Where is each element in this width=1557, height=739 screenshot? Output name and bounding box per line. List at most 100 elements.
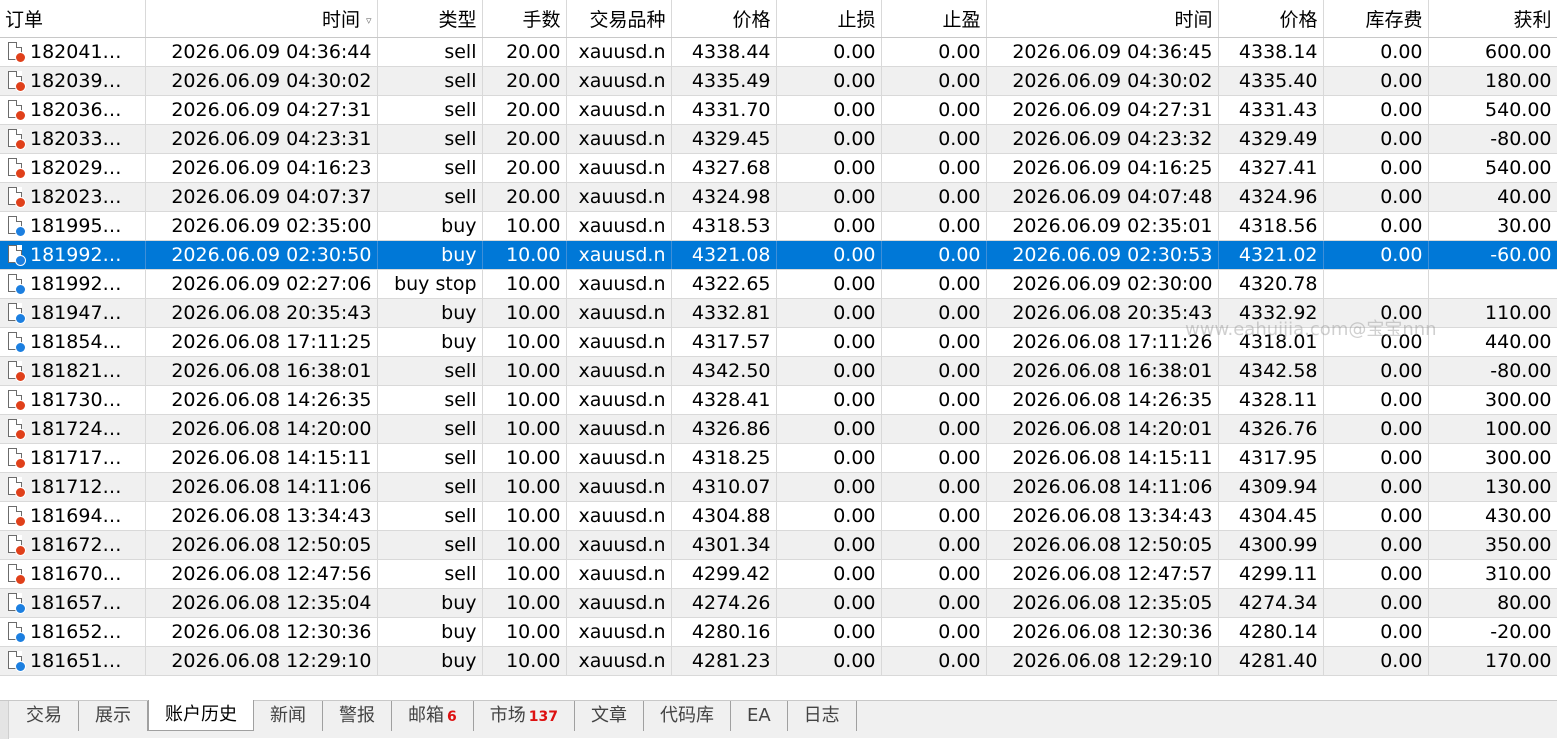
table-row[interactable]: 181947… 2026.06.08 20:35:43 buy 10.00 xauusd… <box>0 298 1557 328</box>
table-row[interactable]: 181694… 2026.06.08 13:34:43 sell 10.00 xauus… <box>0 501 1557 531</box>
cell-order: 181947… <box>0 298 146 328</box>
tab-0[interactable]: 交易 <box>10 701 79 731</box>
cell-volume: 20.00 <box>482 182 567 212</box>
cell-close-time: 2026.06.08 12:29:10 <box>986 646 1219 676</box>
table-row[interactable]: 181651… 2026.06.08 12:29:10 buy 10.00 xauusd… <box>0 646 1557 676</box>
cell-open-price: 4310.07 <box>671 472 777 502</box>
cell-type: buy <box>377 646 483 676</box>
cell-profit: 40.00 <box>1428 182 1557 212</box>
cell-type: sell <box>377 124 483 154</box>
toolbox-side-strip[interactable] <box>0 701 9 739</box>
cell-sl: 0.00 <box>776 66 882 96</box>
table-row[interactable]: 182041… 2026.06.09 04:36:44 sell 20.00 xauus… <box>0 37 1557 67</box>
table-row[interactable]: 181992… 2026.06.09 02:30:50 buy 10.00 xauusd… <box>0 240 1557 270</box>
cell-tp: 0.00 <box>881 501 987 531</box>
cell-open-price: 4299.42 <box>671 559 777 589</box>
cell-profit: 30.00 <box>1428 211 1557 241</box>
cell-close-time: 2026.06.08 12:30:36 <box>986 617 1219 647</box>
tab-5[interactable]: 邮箱 6 <box>392 701 474 731</box>
cell-volume: 10.00 <box>482 327 567 357</box>
col-header-open-time[interactable]: 时间 ▿ <box>145 0 378 38</box>
cell-tp: 0.00 <box>881 153 987 183</box>
col-header-symbol[interactable]: 交易品种 <box>566 0 672 38</box>
cell-swap: 0.00 <box>1323 617 1429 647</box>
cell-type: buy <box>377 588 483 618</box>
table-row[interactable]: 181995… 2026.06.09 02:35:00 buy 10.00 xauusd… <box>0 211 1557 241</box>
cell-symbol: xauusd.n <box>566 617 672 647</box>
tab-label: 新闻 <box>270 705 306 726</box>
cell-symbol: xauusd.n <box>566 588 672 618</box>
col-header-profit[interactable]: 获利 <box>1428 0 1557 38</box>
col-header-sl[interactable]: 止损 <box>776 0 882 38</box>
table-row[interactable]: 182029… 2026.06.09 04:16:23 sell 20.00 xauus… <box>0 153 1557 183</box>
cell-close-time: 2026.06.08 20:35:43 <box>986 298 1219 328</box>
cell-open-time: 2026.06.09 04:16:23 <box>145 153 378 183</box>
table-row[interactable]: 181854… 2026.06.08 17:11:25 buy 10.00 xauusd… <box>0 327 1557 357</box>
table-row[interactable]: 181670… 2026.06.08 12:47:56 sell 10.00 xauus… <box>0 559 1557 589</box>
cell-open-time: 2026.06.09 04:36:44 <box>145 37 378 67</box>
cell-close-time: 2026.06.08 14:20:01 <box>986 414 1219 444</box>
tab-2[interactable]: 账户历史 <box>148 700 254 731</box>
cell-order: 181651… <box>0 646 146 676</box>
cell-swap: 0.00 <box>1323 37 1429 67</box>
col-header-order[interactable]: 订单 <box>0 0 146 38</box>
cell-order: 181712… <box>0 472 146 502</box>
cell-open-price: 4317.57 <box>671 327 777 357</box>
cell-type: buy <box>377 327 483 357</box>
history-table: 订单 时间 ▿ 类型 手数 交易品种 价格 止损 止盈 时间 价格 库存费 获利 … <box>0 0 1557 676</box>
table-row[interactable]: 181992… 2026.06.09 02:27:06 buy stop 10.00 x… <box>0 269 1557 299</box>
order-number: 182036… <box>30 98 122 121</box>
cell-sl: 0.00 <box>776 559 882 589</box>
order-number: 181947… <box>30 301 122 324</box>
table-row[interactable]: 181724… 2026.06.08 14:20:00 sell 10.00 xauus… <box>0 414 1557 444</box>
table-row[interactable]: 182036… 2026.06.09 04:27:31 sell 20.00 xauus… <box>0 95 1557 125</box>
cell-close-time: 2026.06.08 14:26:35 <box>986 385 1219 415</box>
cell-volume: 10.00 <box>482 443 567 473</box>
col-header-close-time[interactable]: 时间 <box>986 0 1219 38</box>
tab-label: 邮箱 <box>408 705 444 726</box>
table-row[interactable]: 182039… 2026.06.09 04:30:02 sell 20.00 xauus… <box>0 66 1557 96</box>
tab-1[interactable]: 展示 <box>79 701 148 731</box>
tab-4[interactable]: 警报 <box>323 701 392 731</box>
cell-open-time: 2026.06.08 12:35:04 <box>145 588 378 618</box>
order-number: 181995… <box>30 214 122 237</box>
cell-order: 182036… <box>0 95 146 125</box>
cell-open-price: 4329.45 <box>671 124 777 154</box>
cell-close-price: 4338.14 <box>1218 37 1324 67</box>
cell-close-time: 2026.06.09 04:23:32 <box>986 124 1219 154</box>
table-row[interactable]: 181821… 2026.06.08 16:38:01 sell 10.00 xauus… <box>0 356 1557 386</box>
cell-close-time: 2026.06.09 02:30:53 <box>986 240 1219 270</box>
tab-10[interactable]: 日志 <box>788 701 857 731</box>
cell-symbol: xauusd.n <box>566 646 672 676</box>
table-row[interactable]: 181712… 2026.06.08 14:11:06 sell 10.00 xauus… <box>0 472 1557 502</box>
cell-sl: 0.00 <box>776 240 882 270</box>
col-header-volume[interactable]: 手数 <box>482 0 567 38</box>
table-row[interactable]: 182033… 2026.06.09 04:23:31 sell 20.00 xauus… <box>0 124 1557 154</box>
col-header-close-price[interactable]: 价格 <box>1218 0 1324 38</box>
tab-6[interactable]: 市场 137 <box>474 701 575 731</box>
cell-sl: 0.00 <box>776 617 882 647</box>
col-header-open-price[interactable]: 价格 <box>671 0 777 38</box>
cell-tp: 0.00 <box>881 356 987 386</box>
table-row[interactable]: 181672… 2026.06.08 12:50:05 sell 10.00 xauus… <box>0 530 1557 560</box>
cell-sl: 0.00 <box>776 37 882 67</box>
bottom-tab-bar: 交易 展示 账户历史 新闻 警报 邮箱 6 市场 137 文章 代码库 EA 日志 <box>0 700 1557 739</box>
table-row[interactable]: 181652… 2026.06.08 12:30:36 buy 10.00 xauusd… <box>0 617 1557 647</box>
cell-swap: 0.00 <box>1323 588 1429 618</box>
col-header-tp[interactable]: 止盈 <box>881 0 987 38</box>
tab-8[interactable]: 代码库 <box>644 701 731 731</box>
col-header-swap[interactable]: 库存费 <box>1323 0 1429 38</box>
cell-volume: 10.00 <box>482 385 567 415</box>
tab-7[interactable]: 文章 <box>575 701 644 731</box>
table-row[interactable]: 182023… 2026.06.09 04:07:37 sell 20.00 xauus… <box>0 182 1557 212</box>
col-header-type[interactable]: 类型 <box>377 0 483 38</box>
table-row[interactable]: 181717… 2026.06.08 14:15:11 sell 10.00 xauus… <box>0 443 1557 473</box>
cell-profit: 130.00 <box>1428 472 1557 502</box>
cell-open-time: 2026.06.09 02:27:06 <box>145 269 378 299</box>
table-row[interactable]: 181730… 2026.06.08 14:26:35 sell 10.00 xauus… <box>0 385 1557 415</box>
cell-sl: 0.00 <box>776 385 882 415</box>
table-row[interactable]: 181657… 2026.06.08 12:35:04 buy 10.00 xauusd… <box>0 588 1557 618</box>
tab-9[interactable]: EA <box>731 701 788 731</box>
cell-profit: 300.00 <box>1428 443 1557 473</box>
tab-3[interactable]: 新闻 <box>254 701 323 731</box>
